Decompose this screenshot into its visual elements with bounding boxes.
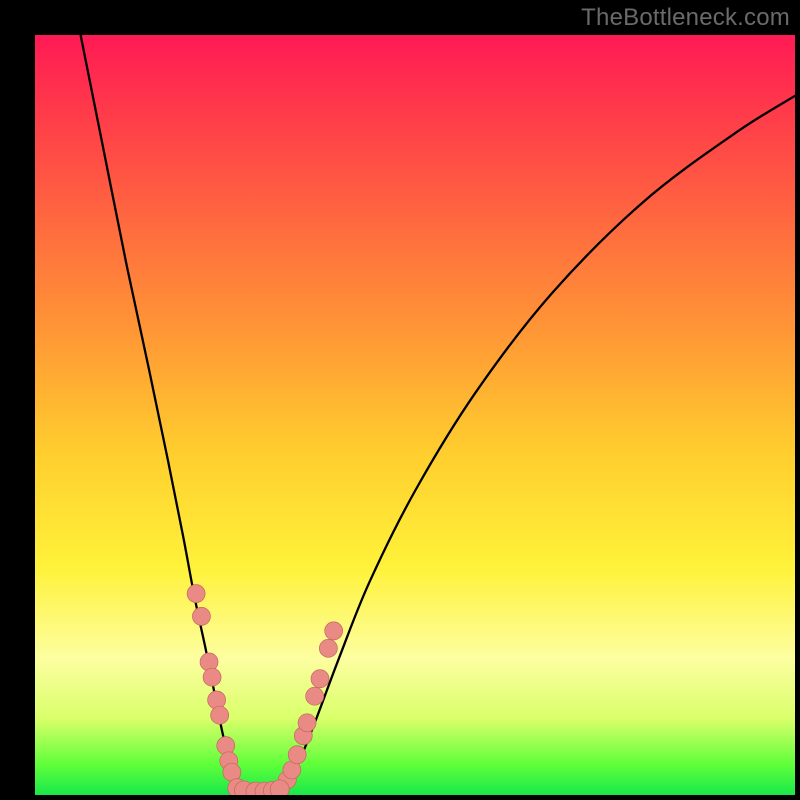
right-beads-dot xyxy=(298,714,316,732)
chart-svg xyxy=(35,35,795,795)
right-beads-dot xyxy=(288,746,306,764)
left-beads-dot xyxy=(217,737,235,755)
left-beads-dot xyxy=(187,585,205,603)
bottom-beads-dot xyxy=(270,780,289,795)
left-beads-dot xyxy=(192,607,210,625)
left-beads-dot xyxy=(200,653,218,671)
left-beads-dot xyxy=(203,668,221,686)
plot-area xyxy=(35,35,795,795)
left-beads-dot xyxy=(208,691,226,709)
chart-frame: TheBottleneck.com xyxy=(0,0,800,800)
right-beads-dot xyxy=(319,639,337,657)
watermark-text: TheBottleneck.com xyxy=(581,4,790,32)
right-beads-dot xyxy=(325,622,343,640)
bottleneck-curve xyxy=(81,35,795,793)
curve-layer xyxy=(81,35,795,793)
right-beads-dot xyxy=(311,670,329,688)
right-beads-dot xyxy=(306,687,324,705)
beads-layer xyxy=(187,585,343,795)
left-beads-dot xyxy=(211,706,229,724)
